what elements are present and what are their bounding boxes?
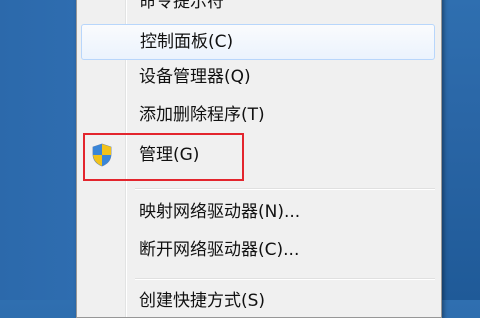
menu-separator <box>135 188 435 190</box>
menu-item-label: 断开网络驱动器(C)... <box>139 240 300 260</box>
menu-item-add-remove-programs[interactable]: 添加删除程序(T) <box>81 98 435 132</box>
menu-item-command-prompt[interactable]: 命令提示符 <box>81 0 435 19</box>
desktop-background <box>0 0 76 300</box>
menu-item-label: 创建快捷方式(S) <box>139 291 266 311</box>
menu-item-map-network-drive[interactable]: 映射网络驱动器(N)... <box>81 195 435 229</box>
menu-item-disconnect-network-drive[interactable]: 断开网络驱动器(C)... <box>81 233 435 267</box>
menu-item-label: 命令提示符 <box>139 0 224 12</box>
menu-item-control-panel[interactable]: 控制面板(C) <box>81 24 435 60</box>
menu-item-label: 映射网络驱动器(N)... <box>139 202 301 222</box>
menu-item-create-shortcut[interactable]: 创建快捷方式(S) <box>81 284 435 318</box>
annotation-highlight-box <box>83 133 244 181</box>
menu-item-label: 控制面板(C) <box>140 32 234 52</box>
menu-separator <box>135 278 435 280</box>
menu-item-label: 添加删除程序(T) <box>139 105 265 125</box>
menu-item-label: 设备管理器(Q) <box>139 67 251 87</box>
menu-item-device-manager[interactable]: 设备管理器(Q) <box>81 60 435 94</box>
